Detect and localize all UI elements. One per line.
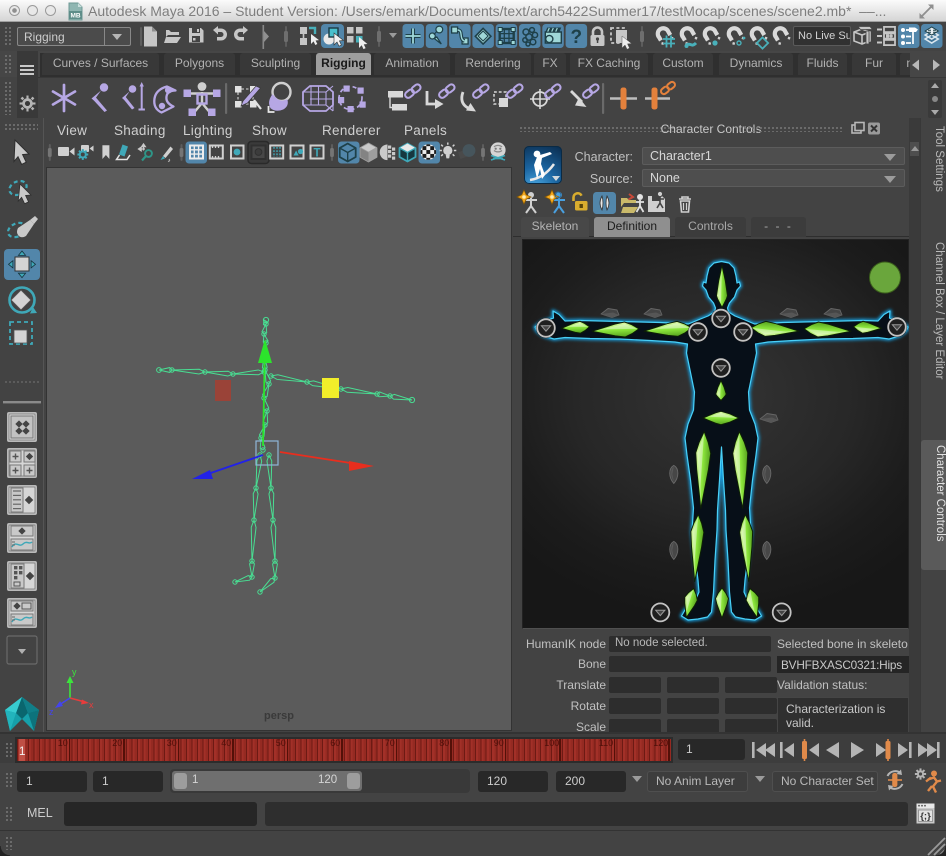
svg-text:?: ? xyxy=(570,27,582,48)
svg-text:T: T xyxy=(313,148,320,160)
svg-text:MB: MB xyxy=(70,13,80,20)
svg-text:{;}: {;} xyxy=(920,811,931,822)
svg-text:x: x xyxy=(89,700,94,710)
svg-text:y: y xyxy=(72,667,77,677)
